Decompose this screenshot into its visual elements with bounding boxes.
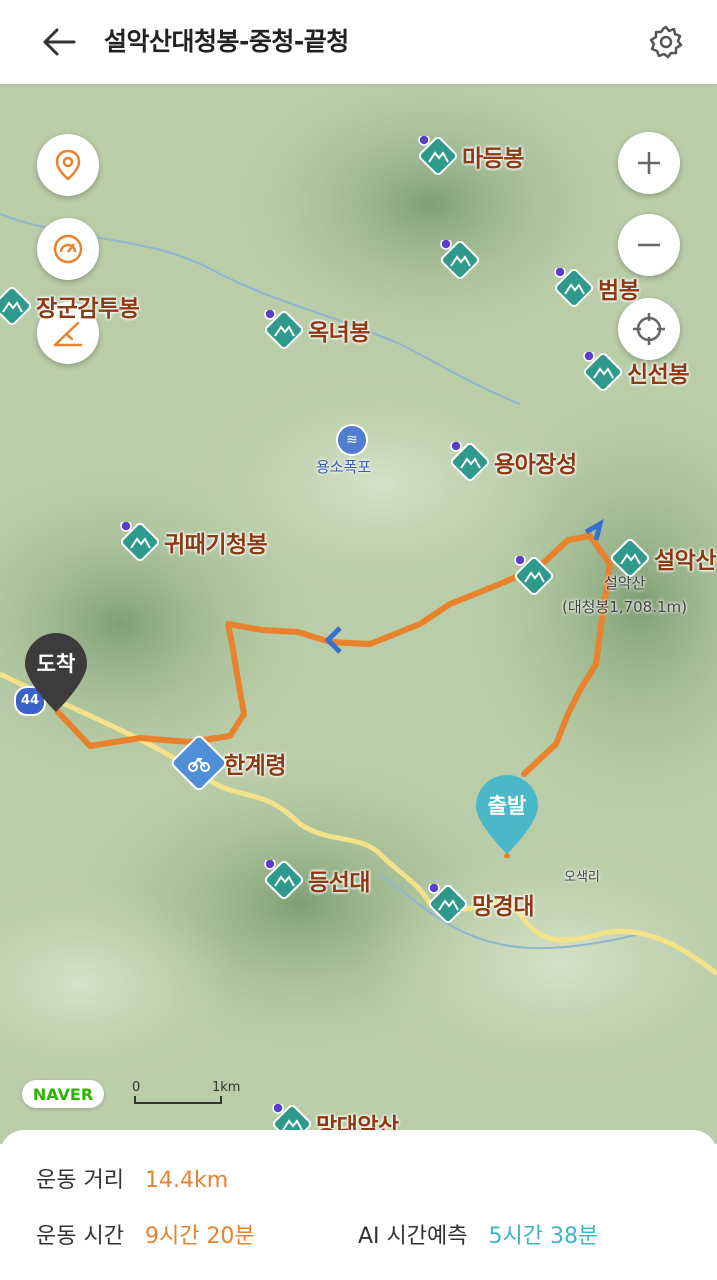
peak-label: 설악산 <box>654 548 716 574</box>
stats-sheet: 운동 거리 14.4km 운동 시간 9시간 20분 AI 시간예측 5시간 3… <box>0 1130 717 1280</box>
summit-elevation-label: (대청봉1,708.1m) <box>562 598 687 616</box>
mountain-icon <box>514 554 554 596</box>
mountain-icon <box>264 308 304 350</box>
location-pin-icon <box>55 149 81 181</box>
zoom-out-button[interactable] <box>618 214 680 276</box>
time-row: 운동 시간 9시간 20분 <box>36 1218 255 1250</box>
mountain-icon <box>440 238 480 280</box>
scale-line <box>134 1096 222 1104</box>
mountain-icon <box>428 882 468 924</box>
distance-value: 14.4km <box>144 1168 229 1193</box>
peak-marker[interactable]: 용아장성 <box>450 440 577 482</box>
waterfall-icon: ≋ <box>336 424 368 456</box>
mountain-icon <box>264 858 304 900</box>
page-title: 설악산대청봉-중청-끝청 <box>104 27 349 56</box>
zoom-in-button[interactable] <box>618 132 680 194</box>
ai-prediction-value: 5시간 38분 <box>488 1224 599 1249</box>
minus-icon <box>638 243 660 247</box>
speedometer-button[interactable] <box>37 218 99 280</box>
peak-marker[interactable]: 망경대 <box>428 882 534 924</box>
scale-unit-label: 1km <box>212 1080 241 1095</box>
arrival-pin-label: 도착 <box>36 652 76 676</box>
mountain-icon <box>583 350 623 392</box>
peak-label: 용아장성 <box>494 452 577 478</box>
distance-label: 운동 거리 <box>36 1168 124 1193</box>
arrival-pin[interactable]: 도착 <box>21 630 91 716</box>
peak-marker[interactable]: 등선대 <box>264 858 370 900</box>
peak-marker[interactable]: 마등봉 <box>418 134 524 176</box>
peak-label: 범봉 <box>598 278 640 304</box>
departure-pin[interactable]: 출발 <box>472 772 542 859</box>
mountain-icon <box>0 286 32 326</box>
time-label: 운동 시간 <box>36 1224 124 1249</box>
settings-button[interactable] <box>642 18 690 66</box>
peak-marker[interactable] <box>440 238 484 280</box>
location-pin-button[interactable] <box>37 134 99 196</box>
mountain-icon <box>418 134 458 176</box>
peak-label: 신선봉 <box>627 362 689 388</box>
peak-marker[interactable]: 장군감투봉 <box>0 286 140 326</box>
peak-label: 귀때기청봉 <box>164 532 268 558</box>
waterfall-label: 용소폭포 <box>316 458 372 476</box>
village-label: 오색리 <box>564 870 600 885</box>
waterfall-marker[interactable]: ≋ 용소폭포 <box>316 424 386 480</box>
back-arrow-icon <box>43 28 76 56</box>
scale-zero-label: 0 <box>132 1080 141 1095</box>
crosshair-icon <box>633 313 665 345</box>
speedometer-icon <box>53 234 83 264</box>
gear-icon <box>649 25 683 59</box>
header: 설악산대청봉-중청-끝청 <box>0 0 717 84</box>
peak-label: 옥녀봉 <box>308 320 370 346</box>
peak-label: 망경대 <box>472 894 534 920</box>
bicycle-icon <box>169 733 229 793</box>
plus-icon <box>638 152 660 174</box>
peak-marker[interactable]: 신선봉 <box>583 350 689 392</box>
scale-bar: 0 1km <box>132 1080 252 1110</box>
pass-label: 한계령 <box>224 753 286 779</box>
summit-name-label: 설악산 <box>604 574 646 592</box>
time-value: 9시간 20분 <box>144 1224 255 1249</box>
back-button[interactable] <box>36 20 82 64</box>
mountain-icon <box>450 440 490 482</box>
ai-prediction-label: AI 시간예측 <box>358 1224 468 1249</box>
mountain-icon <box>554 266 594 308</box>
ai-prediction-row: AI 시간예측 5시간 38분 <box>358 1218 598 1250</box>
peak-marker[interactable]: 귀때기청봉 <box>120 520 268 562</box>
peak-marker[interactable]: 옥녀봉 <box>264 308 370 350</box>
departure-pin-label: 출발 <box>487 794 527 818</box>
peak-marker[interactable] <box>514 554 558 596</box>
peak-label: 장군감투봉 <box>36 296 140 322</box>
peak-label: 등선대 <box>308 870 370 896</box>
map-view[interactable]: 마등봉 범봉 장군감투봉 옥녀봉 신선봉 용아장성 귀때기청봉 설악산 등선대 <box>0 84 717 1144</box>
pass-marker[interactable]: 한계령 <box>169 733 286 793</box>
peak-label: 마등봉 <box>462 146 524 172</box>
naver-logo: NAVER <box>22 1080 104 1108</box>
mountain-icon <box>120 520 160 562</box>
distance-row: 운동 거리 14.4km <box>36 1162 228 1194</box>
peak-marker[interactable]: 범봉 <box>554 266 640 308</box>
